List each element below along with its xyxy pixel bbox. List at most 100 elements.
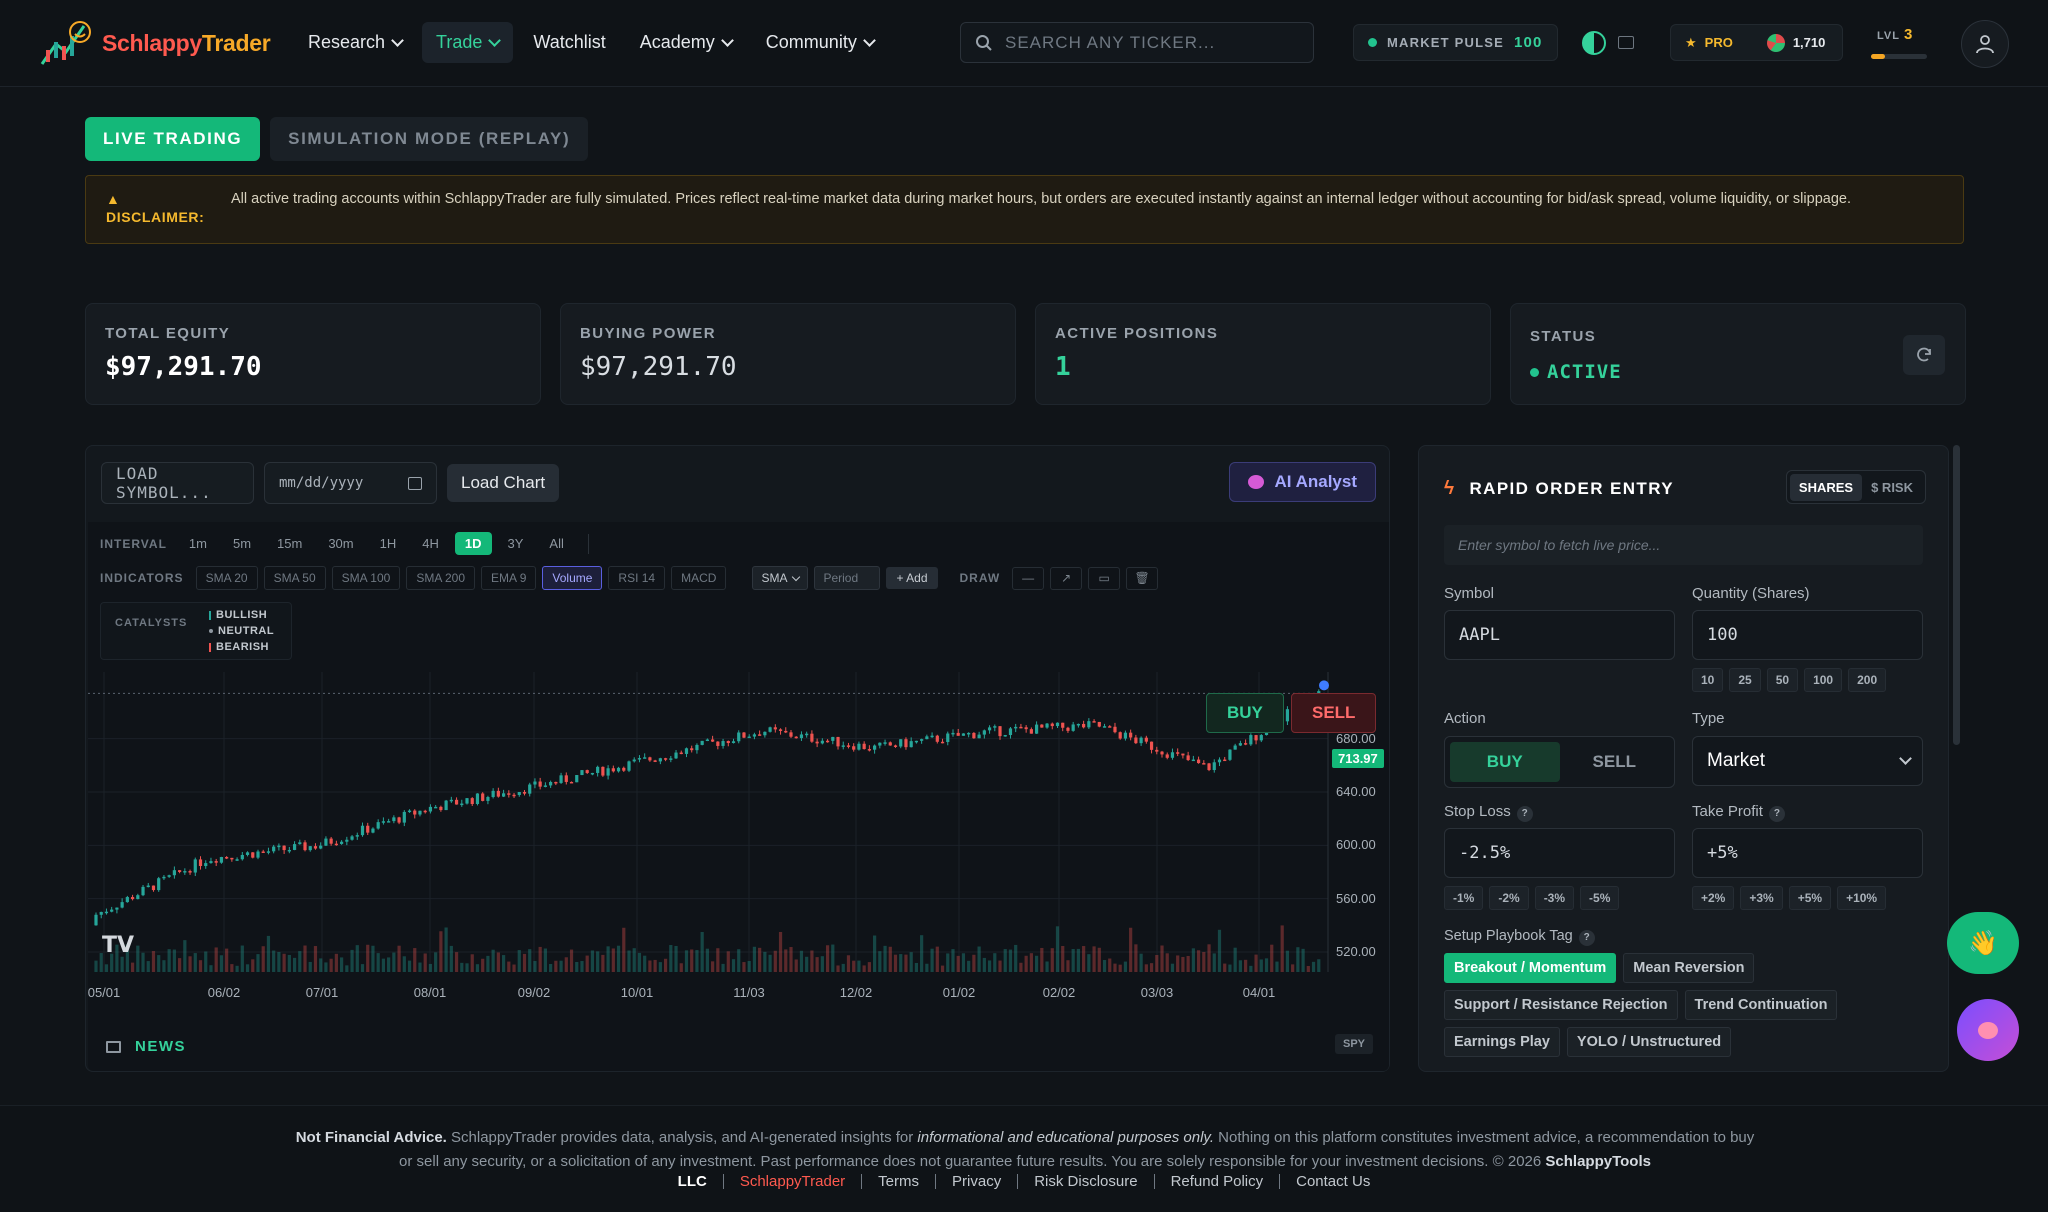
take-profit-preset[interactable]: +2% — [1692, 886, 1735, 910]
quantity-field[interactable]: 100 — [1692, 610, 1923, 660]
interval-3y[interactable]: 3Y — [498, 532, 534, 555]
candle-body — [559, 775, 563, 783]
indicator-ema-9[interactable]: EMA 9 — [481, 566, 537, 590]
take-profit-preset[interactable]: +10% — [1837, 886, 1887, 910]
period-input[interactable]: Period — [814, 566, 881, 590]
indicator-volume[interactable]: Volume — [542, 566, 603, 590]
quantity-preset[interactable]: 50 — [1766, 668, 1799, 692]
volume-bar — [1176, 955, 1180, 972]
interval-1d[interactable]: 1D — [454, 532, 492, 555]
indicator-sma-20[interactable]: SMA 20 — [195, 566, 258, 590]
wave-fab-button[interactable]: 👋 — [1947, 912, 2019, 974]
action-buy-button[interactable]: BUY — [1450, 742, 1560, 782]
order-panel-scrollbar[interactable] — [1953, 445, 1960, 745]
quantity-preset[interactable]: 100 — [1804, 668, 1843, 692]
ticker-search[interactable] — [960, 22, 1314, 63]
playbook-tag[interactable]: Trend Continuation — [1684, 990, 1838, 1020]
pro-badge[interactable]: ★ PRO 1,710 — [1670, 24, 1843, 61]
stop-loss-preset[interactable]: -2% — [1489, 886, 1529, 910]
quantity-preset[interactable]: 10 — [1692, 668, 1724, 692]
stop-loss-field[interactable]: -2.5% — [1444, 828, 1675, 878]
playbook-tag[interactable]: Earnings Play — [1444, 1027, 1560, 1057]
quantity-preset[interactable]: 200 — [1848, 668, 1887, 692]
symbol-field[interactable]: AAPL — [1444, 610, 1675, 660]
action-sell-button[interactable]: SELL — [1560, 742, 1670, 782]
draw-line-tool[interactable]: — — [1012, 566, 1045, 590]
draw-rect-tool[interactable]: ▭ — [1088, 566, 1121, 590]
interval-5m[interactable]: 5m — [223, 532, 261, 555]
order-type-select[interactable]: Market — [1692, 736, 1923, 786]
help-icon[interactable]: ? — [1516, 805, 1533, 822]
logo[interactable]: SchlappyTrader — [38, 14, 271, 72]
nav-trade[interactable]: Trade — [422, 22, 514, 63]
footer-link-contact-us[interactable]: Contact Us — [1280, 1174, 1386, 1189]
chart-sell-button[interactable]: SELL — [1291, 693, 1377, 733]
playbook-tag[interactable]: Mean Reversion — [1623, 953, 1755, 983]
news-ticker-badge[interactable]: SPY — [1334, 1034, 1373, 1054]
interval-1h[interactable]: 1H — [370, 532, 407, 555]
tab-simulation-mode[interactable]: SIMULATION MODE (REPLAY) — [270, 117, 589, 161]
footer-link-refund-policy[interactable]: Refund Policy — [1155, 1174, 1281, 1189]
stop-loss-preset[interactable]: -5% — [1580, 886, 1620, 910]
playbook-tag[interactable]: Support / Resistance Rejection — [1444, 990, 1678, 1020]
interval-all[interactable]: All — [539, 532, 573, 555]
tab-live-trading[interactable]: LIVE TRADING — [85, 117, 261, 161]
load-chart-button[interactable]: Load Chart — [447, 464, 560, 502]
take-profit-field[interactable]: +5% — [1692, 828, 1923, 878]
candle-body — [507, 793, 511, 795]
playbook-tag[interactable]: YOLO / Unstructured — [1566, 1027, 1732, 1057]
indicator-sma-100[interactable]: SMA 100 — [331, 566, 401, 590]
nav-watchlist[interactable]: Watchlist — [519, 22, 619, 63]
news-header[interactable]: NEWS — [106, 1038, 186, 1055]
interval-4h[interactable]: 4H — [412, 532, 449, 555]
mode-risk[interactable]: $ RISK — [1862, 474, 1922, 501]
chart-buy-button[interactable]: BUY — [1206, 693, 1284, 733]
nav-community[interactable]: Community — [752, 22, 888, 63]
refresh-button[interactable] — [1903, 335, 1945, 375]
ma-type-select[interactable]: SMA — [752, 566, 809, 590]
interval-15m[interactable]: 15m — [267, 532, 312, 555]
indicator-macd[interactable]: MACD — [671, 566, 727, 590]
ai-analyst-button[interactable]: AI Analyst — [1229, 462, 1376, 502]
price-chart[interactable] — [88, 672, 1389, 1012]
interval-30m[interactable]: 30m — [318, 532, 363, 555]
draw-arrow-tool[interactable]: ↗ — [1050, 566, 1083, 590]
take-profit-preset[interactable]: +3% — [1740, 886, 1783, 910]
ai-brain-fab-button[interactable] — [1957, 999, 2019, 1061]
quantity-preset[interactable]: 25 — [1729, 668, 1761, 692]
date-input[interactable]: mm/dd/yyyy — [264, 462, 437, 504]
indicator-sma-50[interactable]: SMA 50 — [263, 566, 326, 590]
nav-academy[interactable]: Academy — [626, 22, 746, 63]
live-price-prompt[interactable]: Enter symbol to fetch live price... — [1444, 525, 1923, 565]
candle-body — [120, 902, 124, 908]
volume-bar — [491, 949, 495, 972]
footer-link-terms[interactable]: Terms — [862, 1174, 937, 1189]
volume-bar — [956, 955, 960, 972]
stop-loss-preset[interactable]: -1% — [1444, 886, 1484, 910]
indicator-sma-200[interactable]: SMA 200 — [406, 566, 476, 590]
mode-shares[interactable]: SHARES — [1789, 473, 1863, 501]
user-avatar[interactable] — [1961, 20, 2009, 68]
stat-label: STATUS — [1530, 328, 1597, 345]
load-symbol-input[interactable]: LOAD SYMBOL... — [101, 462, 254, 504]
theme-toggle-icon[interactable] — [1582, 31, 1606, 55]
interval-1m[interactable]: 1m — [179, 532, 217, 555]
stop-loss-preset[interactable]: -3% — [1534, 886, 1575, 910]
nav-research[interactable]: Research — [294, 22, 416, 63]
mail-icon[interactable] — [1618, 36, 1634, 49]
volume-bar — [120, 956, 124, 972]
market-pulse[interactable]: MARKET PULSE 100 — [1353, 24, 1558, 61]
candle-body — [972, 732, 976, 739]
candle-body — [313, 846, 318, 849]
add-indicator-button[interactable]: + Add — [886, 567, 938, 589]
delete-drawing-icon[interactable]: 🗑 — [1126, 566, 1159, 590]
take-profit-preset[interactable]: +5% — [1788, 886, 1832, 910]
footer-link-risk-disclosure[interactable]: Risk Disclosure — [1018, 1174, 1155, 1189]
help-icon[interactable]: ? — [1578, 929, 1595, 946]
footer-link-schlappytrader[interactable]: SchlappyTrader — [724, 1174, 863, 1189]
indicator-rsi-14[interactable]: RSI 14 — [608, 566, 666, 590]
playbook-tag[interactable]: Breakout / Momentum — [1444, 953, 1617, 983]
footer-link-privacy[interactable]: Privacy — [936, 1174, 1019, 1189]
search-input[interactable] — [1005, 32, 1295, 53]
help-icon[interactable]: ? — [1768, 805, 1785, 822]
